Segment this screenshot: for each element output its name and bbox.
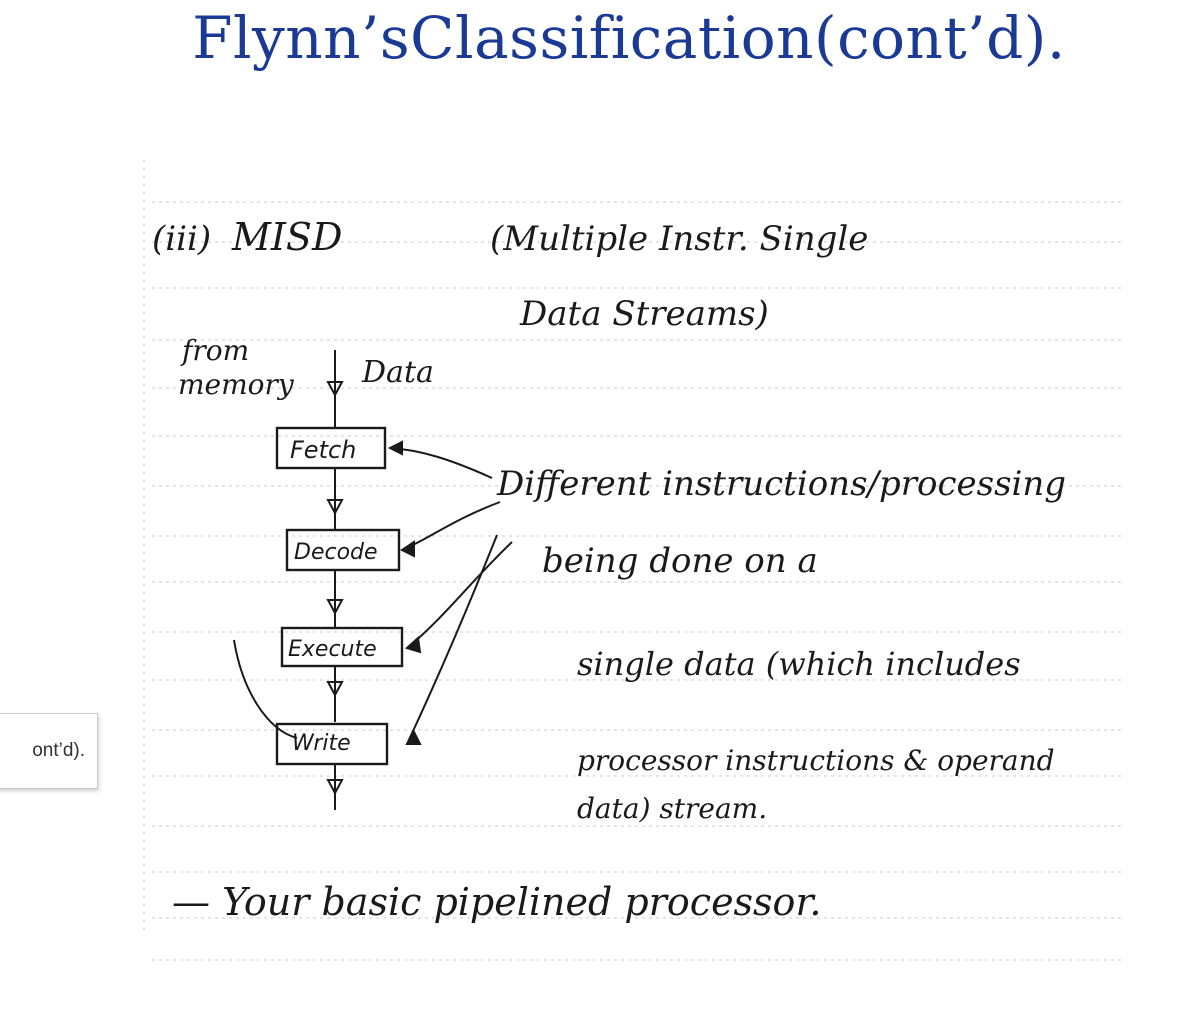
slide-title: Flynn’sClassification(cont’d). [192,4,1066,72]
slide-thumbnail-tooltip: ont’d). [0,713,98,789]
instruction-arrows [387,440,513,745]
heading-description-line2: Data Streams) [519,294,769,334]
from-label: from [180,334,249,367]
footer-note: — Your basic pipelined processor. [172,880,822,924]
heading-abbreviation: MISD [231,215,342,259]
description-line3: single data (which includes [577,645,1021,683]
stage-decode: Decode [294,540,378,565]
tooltip-text: ont’d). [32,740,85,761]
description-line1: Different instructions/processing [496,464,1066,504]
stage-boxes [275,426,404,766]
heading-description-line1: (Multiple Instr. Single [490,219,868,259]
data-label: Data [361,355,434,390]
handwritten-note-image: (iii) MISD (Multiple Instr. Single Data … [122,150,1162,990]
memory-label: memory [178,368,295,401]
notebook-page: (iii) MISD (Multiple Instr. Single Data … [143,160,1122,961]
heading-number: (iii) [152,219,211,259]
description-line4: processor instructions & operand [577,744,1055,777]
description-line5: data) stream. [577,792,767,825]
description-line2: being done on a [542,541,818,581]
stage-fetch: Fetch [290,436,356,464]
stage-write: Write [292,731,351,756]
stage-execute: Execute [288,637,377,662]
